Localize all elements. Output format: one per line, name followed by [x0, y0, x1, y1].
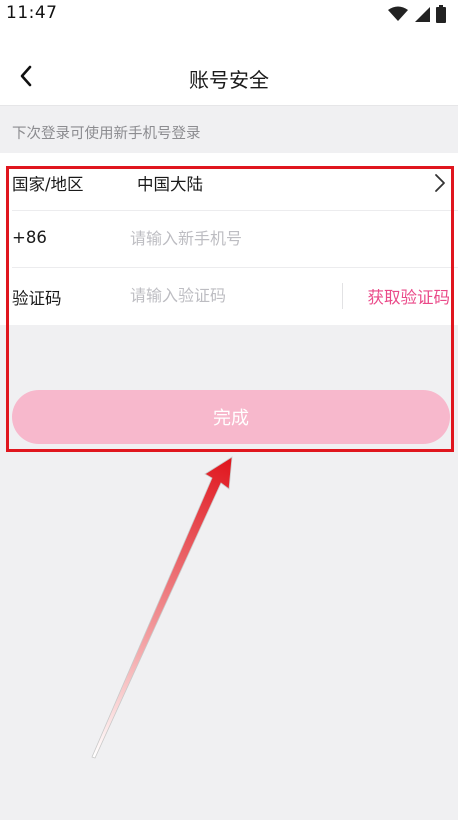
verification-code-label: 验证码	[12, 289, 62, 308]
verification-code-input[interactable]	[130, 281, 320, 309]
done-button[interactable]: 完成	[12, 390, 450, 444]
country-region-value: 中国大陆	[137, 175, 203, 194]
status-bar: 11:47	[0, 0, 458, 28]
country-region-label: 国家/地区	[12, 175, 84, 194]
verification-code-row: 验证码 获取验证码	[12, 267, 458, 324]
country-code-label: +86	[12, 228, 47, 247]
chevron-right-icon	[435, 174, 445, 192]
status-icons	[388, 5, 446, 23]
nav-bar: 账号安全	[0, 28, 458, 106]
wifi-icon	[388, 6, 408, 21]
divider	[342, 283, 343, 309]
phone-change-form: 国家/地区 中国大陆 +86 验证码 获取验证码	[0, 153, 458, 325]
country-region-row[interactable]: 国家/地区 中国大陆	[12, 153, 458, 211]
new-phone-input[interactable]	[130, 224, 320, 252]
battery-icon	[436, 5, 446, 23]
cellular-signal-icon	[415, 7, 430, 22]
phone-row: +86	[12, 210, 458, 268]
page-title: 账号安全	[189, 68, 269, 92]
hint-text: 下次登录可使用新手机号登录	[12, 126, 201, 142]
status-time: 11:47	[6, 3, 58, 23]
get-code-button[interactable]: 获取验证码	[368, 284, 451, 308]
